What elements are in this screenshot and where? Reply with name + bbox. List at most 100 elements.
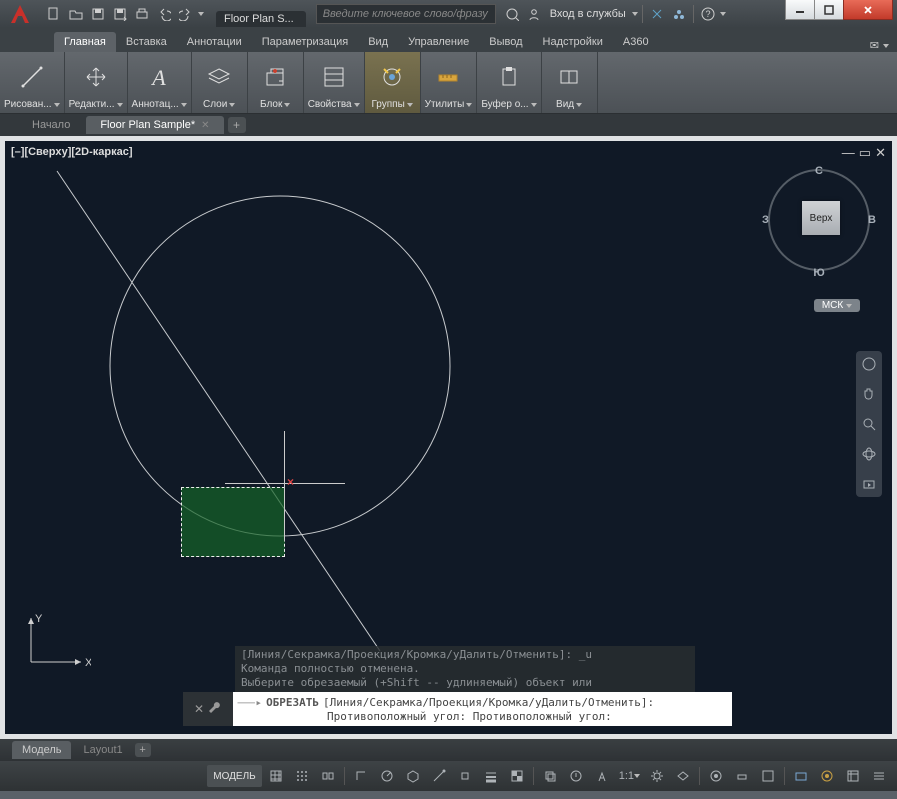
status-polar-icon[interactable] bbox=[375, 765, 399, 787]
status-annomonitor-icon[interactable] bbox=[564, 765, 588, 787]
dropdown-icon bbox=[407, 103, 413, 107]
panel-groups-label: Группы bbox=[371, 99, 404, 110]
a360-icon[interactable] bbox=[669, 4, 689, 24]
status-grid-icon[interactable] bbox=[264, 765, 288, 787]
panel-clipboard[interactable]: Буфер о... bbox=[477, 52, 541, 113]
tab-annotate[interactable]: Аннотации bbox=[177, 32, 252, 52]
save-icon[interactable] bbox=[88, 4, 108, 24]
infocenter-icon[interactable] bbox=[502, 4, 522, 24]
status-annovis-icon[interactable] bbox=[671, 765, 695, 787]
status-gear-icon[interactable] bbox=[645, 765, 669, 787]
panel-annotation[interactable]: A Аннотац... bbox=[128, 52, 192, 113]
title-right-cluster: Вход в службы ? bbox=[502, 4, 726, 24]
qat-more-icon[interactable] bbox=[198, 12, 204, 16]
search-input[interactable]: Введите ключевое слово/фразу bbox=[316, 4, 496, 24]
panel-draw[interactable]: Рисован... bbox=[0, 52, 65, 113]
status-scale-label[interactable]: 1:1 bbox=[616, 765, 643, 787]
groups-icon bbox=[378, 54, 406, 99]
exchange-icon[interactable] bbox=[647, 4, 667, 24]
close-icon[interactable]: ✕ bbox=[194, 702, 204, 716]
panel-properties[interactable]: Свойства bbox=[304, 52, 365, 113]
status-modelspace[interactable]: МОДЕЛЬ bbox=[207, 765, 261, 787]
command-handle[interactable]: ✕ bbox=[183, 692, 233, 726]
layout-tab-model[interactable]: Модель bbox=[12, 741, 71, 759]
dropdown-icon bbox=[229, 103, 235, 107]
new-icon[interactable] bbox=[44, 4, 64, 24]
undo-icon[interactable] bbox=[154, 4, 174, 24]
status-quickprops-icon[interactable] bbox=[756, 765, 780, 787]
signin-icon[interactable] bbox=[524, 4, 544, 24]
dropdown-icon bbox=[54, 103, 60, 107]
panel-groups[interactable]: Группы bbox=[365, 52, 421, 113]
help-dropdown-icon[interactable] bbox=[720, 12, 726, 16]
open-icon[interactable] bbox=[66, 4, 86, 24]
status-transparency-icon[interactable] bbox=[505, 765, 529, 787]
close-button[interactable] bbox=[843, 0, 893, 20]
signin-label[interactable]: Вход в службы bbox=[546, 8, 630, 20]
status-ortho-icon[interactable] bbox=[349, 765, 373, 787]
print-icon[interactable] bbox=[132, 4, 152, 24]
filetab-add-button[interactable]: + bbox=[228, 117, 246, 133]
panel-utilities[interactable]: Утилиты bbox=[421, 52, 478, 113]
command-input[interactable]: ⸺▸ ОБРЕЗАТЬ [Линия/Секрамка/Проекция/Кро… bbox=[233, 692, 732, 726]
status-workspace-icon[interactable] bbox=[704, 765, 728, 787]
status-hwaccel-icon[interactable] bbox=[789, 765, 813, 787]
statusbar: МОДЕЛЬ 1:1 bbox=[0, 761, 897, 791]
svg-text:?: ? bbox=[705, 9, 710, 19]
cmd-wrench-icon[interactable] bbox=[208, 702, 222, 716]
viewport-wrapper: [–][Сверху][2D-каркас] — ▭ ✕ Верх С Ю З … bbox=[0, 136, 897, 739]
help-icon[interactable]: ? bbox=[698, 4, 718, 24]
filetab-document[interactable]: Floor Plan Sample* ✕ bbox=[86, 116, 223, 134]
tab-addins[interactable]: Надстройки bbox=[533, 32, 613, 52]
status-lineweight-icon[interactable] bbox=[479, 765, 503, 787]
minimize-button[interactable] bbox=[785, 0, 815, 20]
ribbon-minimize-icon[interactable] bbox=[883, 44, 889, 48]
dropdown-icon bbox=[576, 103, 582, 107]
tab-parametric[interactable]: Параметризация bbox=[252, 32, 358, 52]
panel-block[interactable]: Блок bbox=[248, 52, 304, 113]
redo-icon[interactable] bbox=[176, 4, 196, 24]
status-isoplane-icon[interactable] bbox=[401, 765, 425, 787]
saveas-icon[interactable] bbox=[110, 4, 130, 24]
signin-dropdown-icon[interactable] bbox=[632, 12, 638, 16]
tab-output[interactable]: Вывод bbox=[479, 32, 532, 52]
tab-a360[interactable]: A360 bbox=[613, 32, 659, 52]
layout-add-button[interactable]: + bbox=[135, 743, 151, 757]
status-otrack-icon[interactable] bbox=[427, 765, 451, 787]
close-icon[interactable]: ✕ bbox=[201, 120, 209, 131]
panel-properties-label: Свойства bbox=[308, 99, 352, 110]
tab-manage[interactable]: Управление bbox=[398, 32, 479, 52]
status-customize-icon[interactable] bbox=[867, 765, 891, 787]
filetab-start[interactable]: Начало bbox=[18, 116, 84, 134]
filetab-start-label: Начало bbox=[32, 119, 70, 131]
tab-insert[interactable]: Вставка bbox=[116, 32, 177, 52]
command-history: [Линия/Секрамка/Проекция/Кромка/уДалить/… bbox=[235, 646, 695, 692]
status-cleanscreen-icon[interactable] bbox=[841, 765, 865, 787]
status-osnap-icon[interactable] bbox=[453, 765, 477, 787]
status-isolate-icon[interactable] bbox=[815, 765, 839, 787]
crosshair-horizontal bbox=[225, 483, 345, 484]
ribbon-notification-icon[interactable]: ✉ bbox=[870, 39, 879, 52]
app-logo[interactable] bbox=[0, 0, 40, 28]
svg-text:A: A bbox=[150, 65, 166, 90]
status-snap-icon[interactable] bbox=[290, 765, 314, 787]
cmd-history-line: [Линия/Секрамка/Проекция/Кромка/уДалить/… bbox=[241, 648, 689, 662]
panel-view[interactable]: Вид bbox=[542, 52, 598, 113]
status-annoscale-icon[interactable] bbox=[590, 765, 614, 787]
status-dynamic-icon[interactable] bbox=[316, 765, 340, 787]
svg-text:X: X bbox=[85, 657, 91, 669]
properties-icon bbox=[320, 54, 348, 99]
panel-modify[interactable]: Редакти... bbox=[65, 52, 128, 113]
panel-layers[interactable]: Слои bbox=[192, 52, 248, 113]
tab-home[interactable]: Главная bbox=[54, 32, 116, 52]
panel-utilities-label: Утилиты bbox=[425, 99, 465, 110]
maximize-button[interactable] bbox=[814, 0, 844, 20]
status-cycling-icon[interactable] bbox=[538, 765, 562, 787]
status-units-icon[interactable] bbox=[730, 765, 754, 787]
prompt-icon: ⸺▸ bbox=[237, 694, 262, 710]
tab-view[interactable]: Вид bbox=[358, 32, 398, 52]
drawing-viewport[interactable]: [–][Сверху][2D-каркас] — ▭ ✕ Верх С Ю З … bbox=[5, 141, 892, 734]
cmd-history-line: Выберите обрезаемый (+Shift -- удлиняемы… bbox=[241, 676, 689, 690]
dropdown-icon bbox=[284, 103, 290, 107]
layout-tab-layout1[interactable]: Layout1 bbox=[73, 741, 132, 759]
